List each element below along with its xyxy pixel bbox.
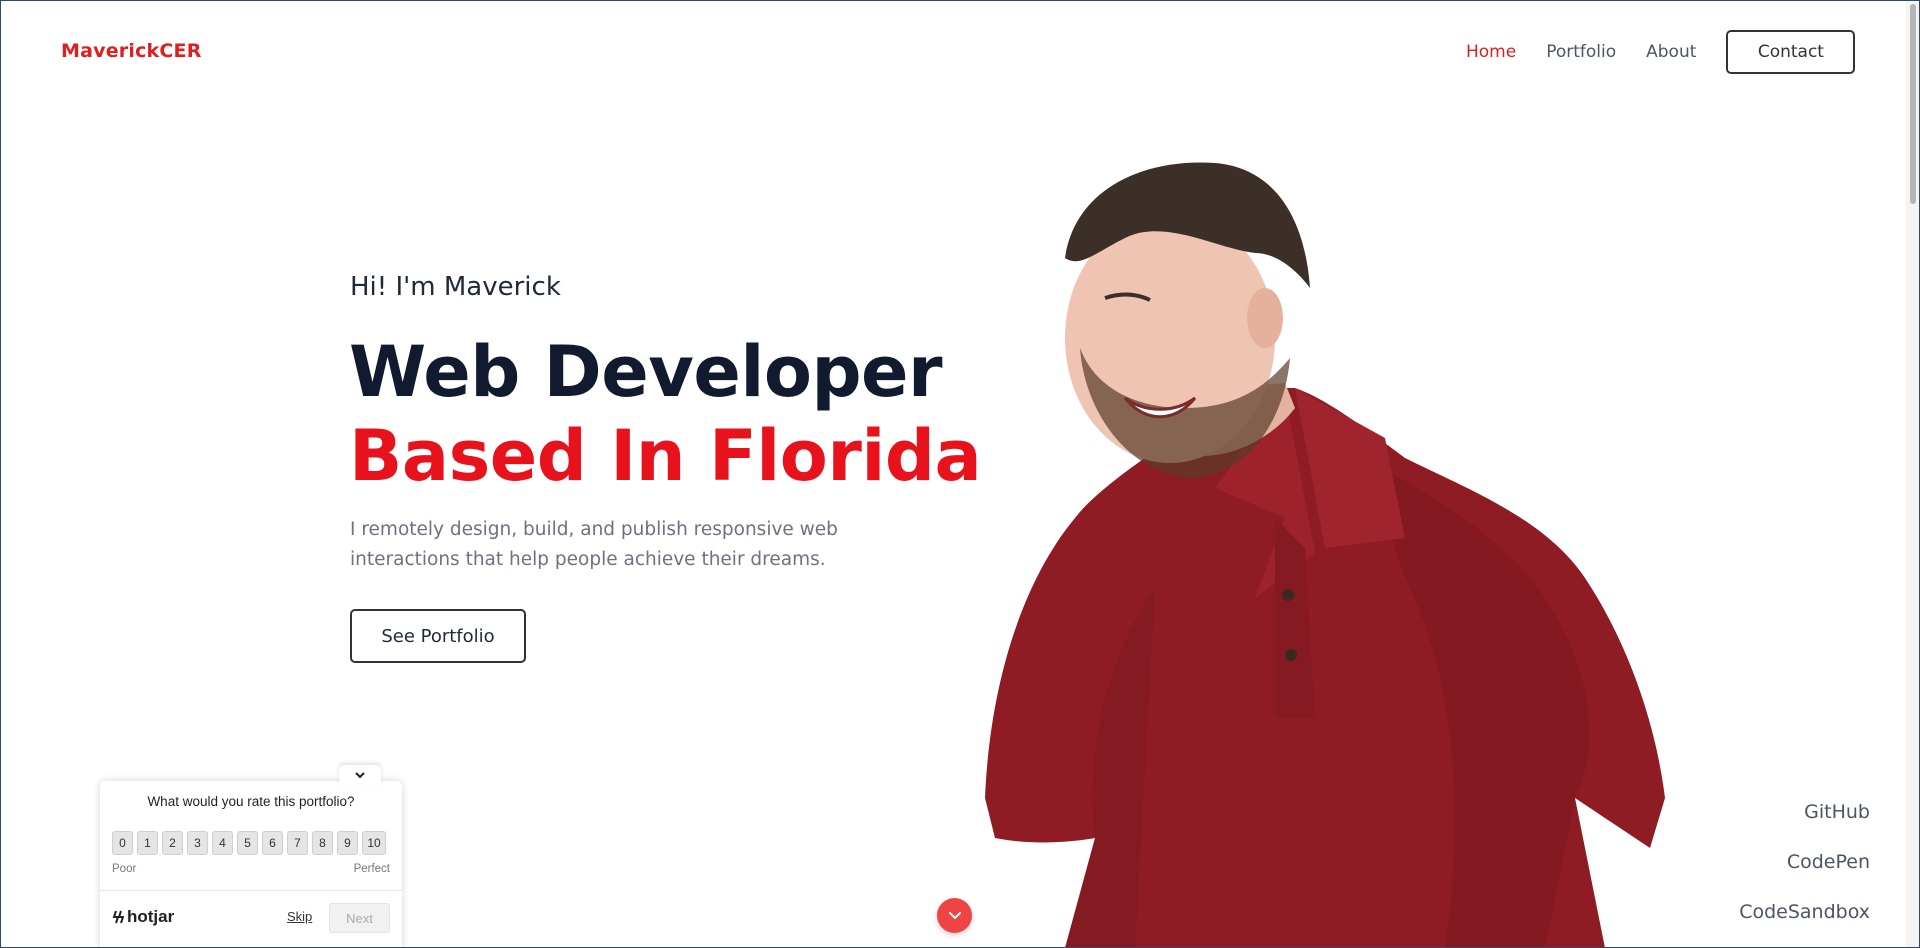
hotjar-brand-label: hotjar	[127, 907, 175, 926]
nav-about-link[interactable]: About	[1646, 31, 1696, 73]
rating-option-5[interactable]: 5	[237, 831, 258, 855]
codesandbox-link[interactable]: CodeSandbox	[1739, 900, 1870, 925]
rating-option-10[interactable]: 10	[362, 831, 386, 855]
scroll-down-icon	[948, 911, 961, 919]
rating-option-0[interactable]: 0	[112, 831, 133, 855]
chevron-down-icon	[355, 771, 365, 778]
see-portfolio-button[interactable]: See Portfolio	[350, 609, 526, 663]
contact-button[interactable]: Contact	[1726, 30, 1856, 74]
rating-option-9[interactable]: 9	[337, 831, 358, 855]
rating-option-4[interactable]: 4	[212, 831, 233, 855]
rating-option-7[interactable]: 7	[287, 831, 308, 855]
hero-greeting: Hi! I'm Maverick	[350, 272, 561, 302]
profile-portrait	[985, 162, 1665, 948]
hero-headline-primary: Web Developer	[349, 331, 943, 413]
scroll-down-button[interactable]	[937, 898, 972, 933]
hotjar-collapse-button[interactable]	[339, 765, 381, 785]
hotjar-question: What would you rate this portfolio?	[147, 794, 355, 809]
rating-option-1[interactable]: 1	[137, 831, 158, 855]
rating-option-6[interactable]: 6	[262, 831, 283, 855]
rating-option-8[interactable]: 8	[312, 831, 333, 855]
social-links: GitHub CodePen CodeSandbox	[1739, 800, 1870, 948]
hotjar-logo-icon	[112, 910, 124, 924]
rating-low-label: Poor	[112, 863, 137, 875]
site-logo[interactable]: MaverickCER	[61, 40, 202, 62]
hero-description: I remotely design, build, and publish re…	[350, 519, 838, 570]
nav-portfolio-link[interactable]: Portfolio	[1546, 31, 1616, 73]
hotjar-feedback-widget: What would you rate this portfolio? 0 1 …	[100, 765, 402, 948]
hero-headline-secondary: Based In Florida	[349, 415, 982, 497]
hotjar-divider	[100, 890, 402, 891]
github-link[interactable]: GitHub	[1739, 800, 1870, 825]
page-scrollbar[interactable]	[1906, 0, 1920, 948]
main-nav: Home Portfolio About Contact	[1466, 30, 1856, 74]
rating-scale: 0 1 2 3 4 5 6 7 8 9 10	[112, 831, 390, 855]
hotjar-brand[interactable]: hotjar	[112, 907, 174, 927]
hotjar-next-button[interactable]: Next	[329, 903, 390, 933]
rating-option-3[interactable]: 3	[187, 831, 208, 855]
codepen-link[interactable]: CodePen	[1739, 850, 1870, 875]
nav-home-link[interactable]: Home	[1466, 31, 1516, 73]
rating-option-2[interactable]: 2	[162, 831, 183, 855]
rating-high-label: Perfect	[353, 863, 390, 875]
hotjar-skip-link[interactable]: Skip	[287, 909, 312, 924]
scrollbar-thumb[interactable]	[1910, 4, 1916, 204]
